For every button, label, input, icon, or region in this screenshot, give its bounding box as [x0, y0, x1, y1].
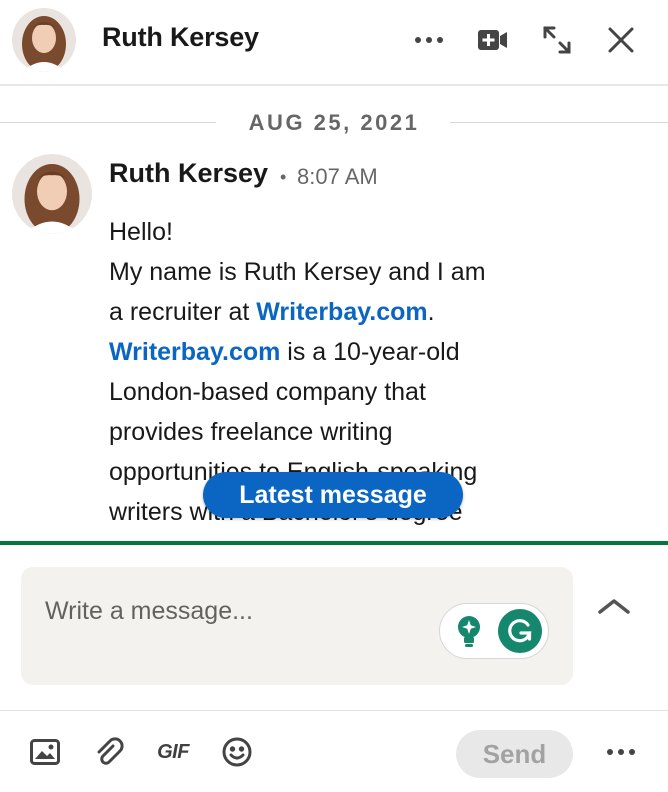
attachment-icon[interactable] [89, 732, 129, 772]
divider-line-right [450, 122, 668, 123]
expand-window-icon[interactable] [537, 20, 577, 60]
latest-message-button[interactable]: Latest message [203, 472, 463, 518]
chevron-up-icon[interactable] [592, 586, 636, 626]
more-options-icon[interactable] [601, 732, 641, 772]
message-line: Writerbay.com is a 10-year-old [109, 332, 569, 372]
contact-name[interactable]: Ruth Kersey [102, 22, 259, 53]
message-line: My name is Ruth Kersey and I am [109, 258, 486, 286]
message-line: a recruiter at Writerbay.com. [109, 292, 569, 332]
send-button[interactable]: Send [456, 730, 573, 778]
emoji-icon[interactable] [217, 732, 257, 772]
message-line: Hello! [109, 218, 173, 246]
date-label: AUG 25, 2021 [248, 110, 420, 135]
contact-avatar[interactable] [12, 8, 76, 72]
video-call-icon[interactable] [473, 20, 513, 60]
divider-line-left [0, 122, 216, 123]
image-icon[interactable] [25, 732, 65, 772]
chat-header: Ruth Kersey [0, 0, 668, 86]
grammarly-icon[interactable] [498, 609, 542, 653]
gif-label: GIF [157, 740, 189, 763]
message-input[interactable] [45, 591, 425, 631]
gif-icon[interactable]: GIF [153, 732, 193, 772]
message-line: London-based company that [109, 378, 426, 406]
message-text: a recruiter at [109, 298, 257, 326]
message-text: is a 10-year-old [280, 338, 460, 366]
toolbar-divider [0, 710, 668, 711]
compose-focus-line [0, 541, 668, 545]
writerbay-link[interactable]: Writerbay.com [256, 298, 427, 326]
grammarly-widget[interactable] [439, 603, 549, 659]
date-divider: AUG 25, 2021 [0, 104, 668, 140]
close-icon[interactable] [601, 20, 641, 60]
sender-avatar[interactable] [12, 154, 92, 234]
lightbulb-icon[interactable] [448, 610, 490, 652]
more-options-icon[interactable] [409, 20, 449, 60]
sender-name[interactable]: Ruth Kersey [109, 158, 268, 189]
writerbay-link[interactable]: Writerbay.com [109, 338, 280, 366]
compose-box[interactable] [21, 567, 573, 685]
message-time: 8:07 AM [297, 164, 378, 189]
separator-dot: • [280, 167, 287, 187]
message-line: provides freelance writing [109, 418, 393, 446]
message-text: . [427, 298, 435, 326]
